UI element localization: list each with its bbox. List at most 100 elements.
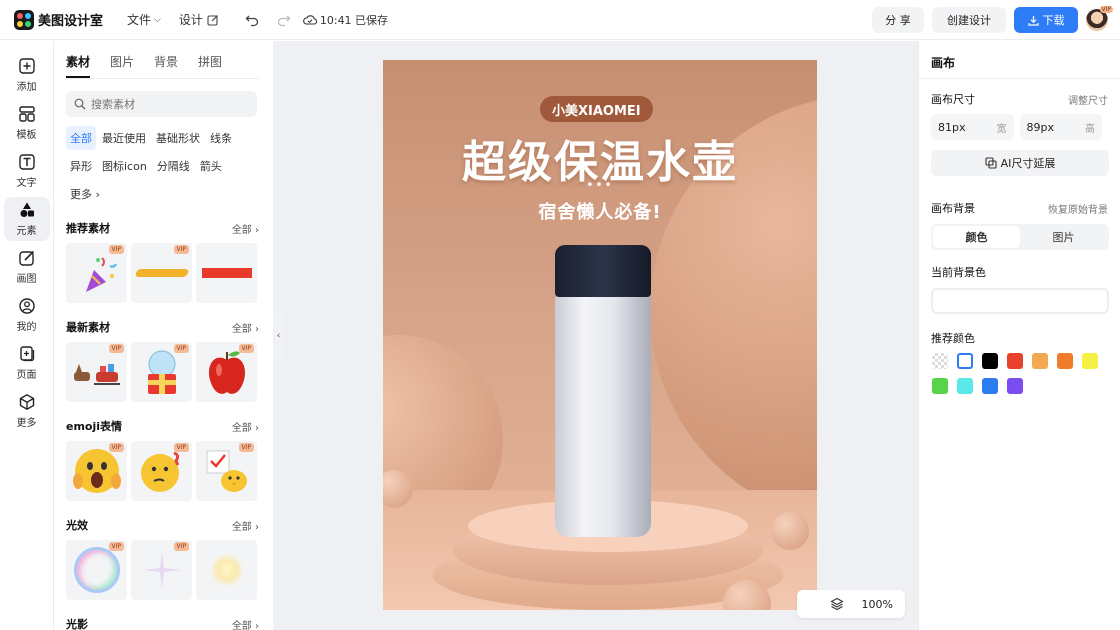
restore-bg-link[interactable]: 恢复原始背景: [1048, 201, 1108, 216]
rail-item-pages[interactable]: 页面: [4, 341, 50, 385]
poster-canvas[interactable]: 小美XIAOMEI 超级保温水壶 ••• 宿舍懒人必备!: [383, 60, 817, 610]
bottle-cap[interactable]: [555, 245, 651, 297]
swatch-red[interactable]: [1007, 353, 1023, 369]
left-rail: 添加 模板 文字 元素 画图 我的 页面 更多: [0, 41, 54, 630]
chip-recent[interactable]: 最近使用: [98, 126, 150, 150]
section-all-link[interactable]: 全部 ›: [232, 518, 259, 533]
design-menu-label: 设计: [178, 13, 203, 27]
undo-button[interactable]: [241, 9, 263, 31]
panel-title: 画布: [919, 41, 1120, 79]
bg-type-toggle: 颜色 图片: [931, 224, 1109, 250]
section-all-link[interactable]: 全部 ›: [232, 617, 259, 630]
thermos-bottle[interactable]: [555, 297, 651, 537]
swatch-purple[interactable]: [1007, 378, 1023, 394]
avatar[interactable]: VIP: [1086, 6, 1113, 31]
reindeer-sleigh-thumb[interactable]: VIP: [66, 342, 127, 402]
zoom-control[interactable]: 100%: [797, 590, 905, 618]
snow-globe-gift-thumb[interactable]: VIP: [131, 342, 192, 402]
tab-images[interactable]: 图片: [110, 53, 134, 78]
rail-item-elements[interactable]: 元素: [3, 197, 50, 241]
swatch-cyan[interactable]: [957, 378, 973, 394]
collapse-panel-handle[interactable]: ‹: [273, 306, 284, 366]
chip-more[interactable]: 更多 ›: [66, 182, 104, 206]
bg-type-color[interactable]: 颜色: [933, 226, 1020, 248]
rail-item-mine[interactable]: 我的: [4, 293, 50, 337]
recommend-colors-label: 推荐颜色: [931, 332, 975, 345]
swatch-orange[interactable]: [1057, 353, 1073, 369]
swatch-yellow[interactable]: [1082, 353, 1098, 369]
swatch-green[interactable]: [932, 378, 948, 394]
swatch-blue[interactable]: [982, 378, 998, 394]
snow-globe-gift-icon: [147, 350, 176, 394]
swatch-white[interactable]: [957, 353, 973, 369]
scared-emoji-thumb[interactable]: VIP: [66, 441, 127, 501]
search-box[interactable]: [66, 91, 257, 117]
section-all-link[interactable]: 全部 ›: [232, 221, 259, 236]
rail-label-pages: 页面: [16, 370, 37, 381]
red-apple-thumb[interactable]: VIP: [196, 342, 257, 402]
chip-basic-shapes[interactable]: 基础形状: [152, 126, 204, 150]
adjust-size-link[interactable]: 调整尺寸: [1068, 92, 1108, 107]
current-bg-color-field[interactable]: [931, 288, 1109, 314]
swatch-black[interactable]: [982, 353, 998, 369]
thinking-emoji-thumb[interactable]: VIP: [131, 441, 192, 501]
template-icon: [18, 106, 35, 122]
width-unit: 宽: [996, 123, 1007, 135]
chip-all[interactable]: 全部: [66, 126, 96, 150]
edit-icon: [207, 14, 218, 26]
chip-irregular[interactable]: 异形: [66, 154, 96, 178]
rail-item-draw[interactable]: 画图: [4, 245, 50, 289]
current-bg-row: 当前背景色: [931, 264, 1108, 280]
chip-lines[interactable]: 线条: [206, 126, 236, 150]
section-title: 光影: [66, 618, 88, 630]
rail-label-draw: 画图: [16, 274, 37, 285]
chip-dividers[interactable]: 分隔线: [153, 154, 194, 178]
small-sphere: [771, 512, 809, 550]
chevron-left-icon: ‹: [276, 331, 281, 341]
download-button[interactable]: 下载: [1014, 7, 1078, 33]
logo-icon: [14, 9, 34, 30]
sparkle-thumb[interactable]: VIP: [131, 540, 192, 600]
section-all-link[interactable]: 全部 ›: [232, 320, 259, 335]
red-bar-thumb[interactable]: [196, 243, 257, 303]
width-field[interactable]: 81px 宽: [931, 114, 1014, 140]
thinking-face-icon: [140, 451, 179, 492]
party-popper-thumb[interactable]: VIP: [66, 243, 127, 303]
share-button[interactable]: 分 享: [872, 7, 924, 33]
height-field[interactable]: 89px 高: [1019, 114, 1102, 140]
create-design-button[interactable]: 创建设计: [932, 7, 1006, 33]
glow-thumb[interactable]: [196, 540, 257, 600]
rail-item-template[interactable]: 模板: [4, 101, 50, 145]
swatch-transparent[interactable]: [932, 353, 948, 369]
bg-type-image[interactable]: 图片: [1020, 226, 1107, 248]
section-all-link[interactable]: 全部 ›: [232, 419, 259, 434]
poster-subtitle[interactable]: 宿舍懒人必备!: [383, 198, 817, 224]
chick-emoji-thumb[interactable]: VIP: [196, 441, 257, 501]
search-icon: [74, 98, 86, 110]
redo-button[interactable]: [273, 9, 295, 31]
rail-item-more[interactable]: 更多: [4, 389, 50, 433]
poster-brand-badge[interactable]: 小美XIAOMEI: [540, 96, 653, 122]
tab-backgrounds[interactable]: 背景: [154, 53, 178, 78]
ai-resize-label: AI尺寸延展: [1000, 157, 1056, 170]
ai-resize-button[interactable]: AI尺寸延展: [931, 150, 1109, 176]
rail-label-elements: 元素: [16, 226, 37, 237]
rail-item-text[interactable]: 文字: [4, 149, 50, 193]
design-menu[interactable]: 设计: [179, 11, 219, 28]
app-logo[interactable]: 美图设计室: [14, 9, 114, 30]
canvas-workspace: 小美XIAOMEI 超级保温水壶 ••• 宿舍懒人必备! 100%: [273, 41, 918, 630]
latest-thumbs: VIP VIP VIP: [66, 342, 272, 402]
swatch-light-orange[interactable]: [1032, 353, 1048, 369]
chip-arrows[interactable]: 箭头: [196, 154, 226, 178]
file-menu[interactable]: 文件 ⌵: [127, 11, 161, 28]
yellow-stroke-thumb[interactable]: VIP: [131, 243, 192, 303]
rail-item-add[interactable]: 添加: [4, 53, 50, 97]
bubble-thumb[interactable]: VIP: [66, 540, 127, 600]
text-icon: [18, 154, 35, 170]
tab-collage[interactable]: 拼图: [198, 53, 222, 78]
chip-icons[interactable]: 图标icon: [98, 154, 151, 178]
recommend-row: 推荐颜色: [931, 330, 1108, 346]
search-input[interactable]: [91, 97, 241, 111]
redo-icon: [277, 15, 291, 26]
tab-material[interactable]: 素材: [66, 53, 91, 78]
